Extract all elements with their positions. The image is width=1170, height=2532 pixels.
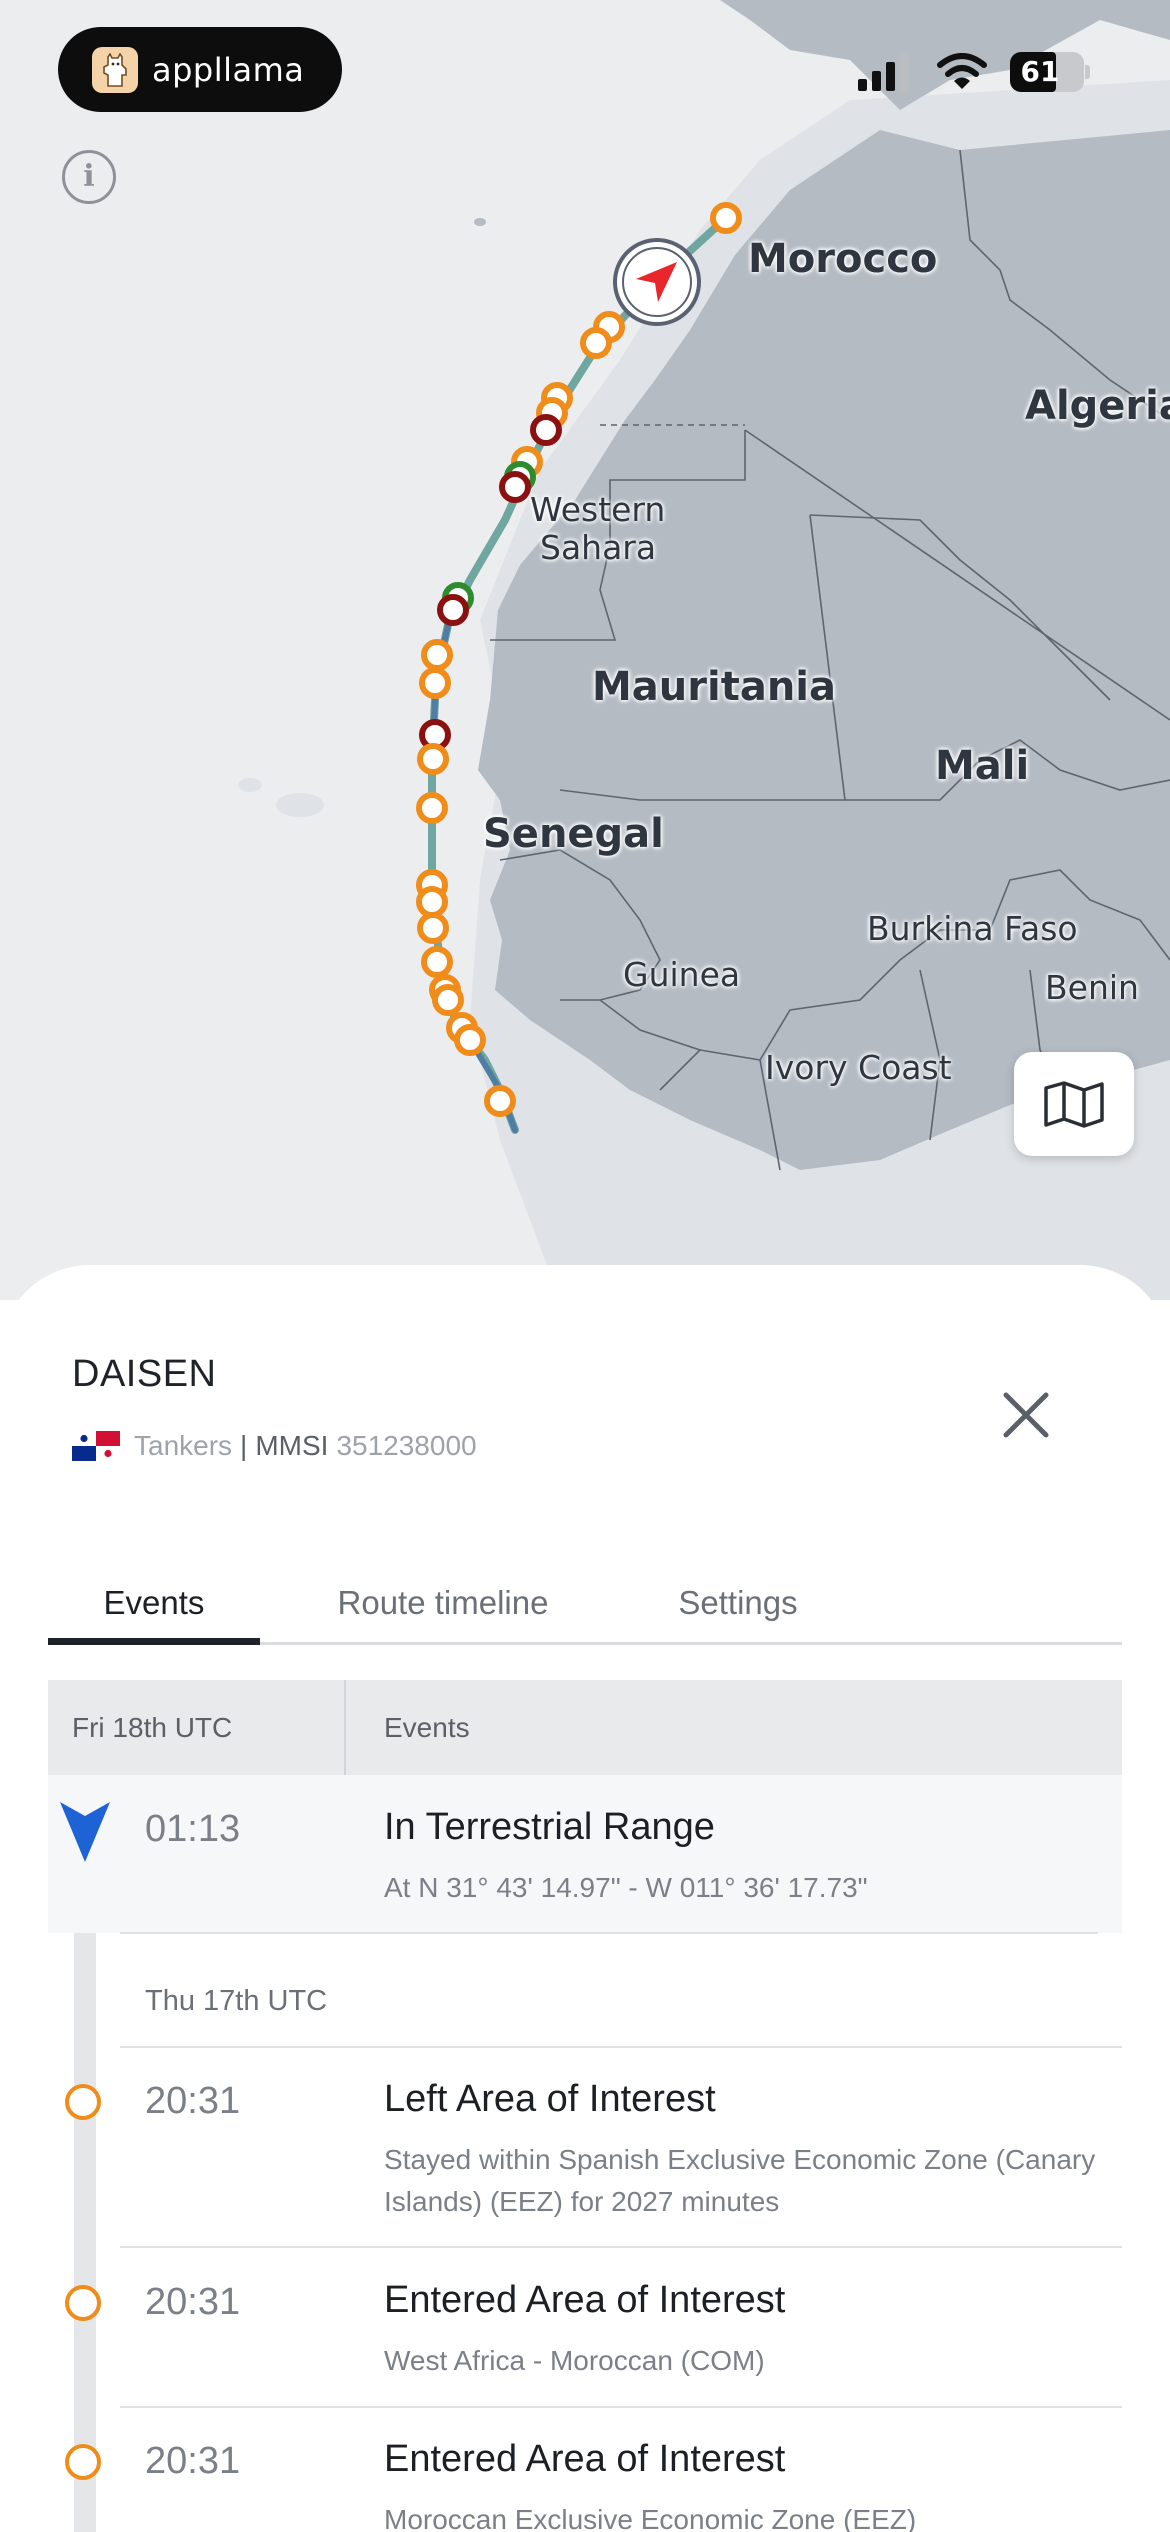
event-marker-icon [65, 2285, 101, 2321]
map-label-sahara: Sahara [540, 528, 657, 567]
event-title[interactable]: Entered Area of Interest [384, 2438, 785, 2481]
tab-events[interactable]: Events [48, 1565, 260, 1645]
map-label-guinea: Guinea [623, 955, 741, 994]
vessel-meta: Tankers | MMSI 351238000 [72, 1430, 477, 1462]
app-badge[interactable]: appllama [58, 27, 342, 112]
event-title: In Terrestrial Range [384, 1806, 715, 1848]
event-description: West Africa - Moroccan (COM) [384, 2345, 765, 2376]
map-layers-button[interactable] [1014, 1052, 1134, 1156]
map-label-burkina-faso: Burkina Faso [867, 909, 1078, 948]
mmsi-label: MMSI [255, 1430, 329, 1461]
row-divider [120, 2406, 1122, 2408]
map-label-morocco: Morocco [748, 236, 938, 282]
mmsi-value: 351238000 [336, 1430, 477, 1461]
event-time: 20:31 [145, 2080, 241, 2122]
event-time: 20:31 [145, 2281, 241, 2323]
tab-route-timeline[interactable]: Route timeline [298, 1565, 588, 1645]
battery-level: 61 [1020, 55, 1060, 88]
map-label-algeria: Algeria [1025, 383, 1170, 429]
map-label-mali: Mali [935, 743, 1030, 789]
llama-icon [92, 46, 138, 93]
panama-flag-icon [72, 1431, 120, 1461]
event-title[interactable]: Entered Area of Interest [384, 2279, 785, 2322]
close-button[interactable] [996, 1385, 1056, 1445]
event-time: 20:31 [145, 2440, 241, 2482]
event-marker-icon [65, 2084, 101, 2120]
event-title[interactable]: Left Area of Interest [384, 2078, 716, 2121]
event-description: Moroccan Exclusive Economic Zone (EEZ) [384, 2504, 917, 2532]
event-description: Stayed within Spanish Exclusive Economic… [384, 2144, 1096, 2217]
event-time: 01:13 [145, 1808, 241, 1850]
battery-icon: 61 [1010, 52, 1090, 92]
event-row-1[interactable] [48, 1775, 1122, 1933]
map-label-benin: Benin [1045, 968, 1139, 1007]
tab-bar: Events Route timeline Settings [48, 1565, 1122, 1645]
wifi-icon [937, 53, 987, 89]
vessel-name: DAISEN [72, 1353, 217, 1395]
map-label-western: Western [530, 490, 666, 529]
info-icon[interactable]: i [62, 150, 116, 204]
close-icon [1003, 1392, 1049, 1438]
folded-map-icon [1044, 1081, 1104, 1128]
cellular-signal-icon [858, 53, 909, 91]
map-label-ivory-coast: Ivory Coast [765, 1048, 952, 1087]
vessel-position-marker [613, 238, 701, 326]
app-badge-label: appllama [152, 50, 305, 89]
timeline-rail [74, 1835, 96, 2532]
event-marker-icon [65, 2444, 101, 2480]
meta-separator: | [240, 1430, 248, 1461]
map-canvas [238, 0, 1170, 1300]
table-header-date: Fri 18th UTC [48, 1680, 346, 1775]
active-tab-indicator [48, 1638, 260, 1645]
event-description: At N 31° 43' 14.97" - W 011° 36' 17.73" [384, 1872, 868, 1903]
date-group-label: Thu 17th UTC [145, 1985, 328, 2017]
map-view[interactable]: Morocco Algeria Western Sahara Mauritani… [0, 0, 1170, 1300]
tab-settings[interactable]: Settings [638, 1565, 838, 1645]
table-header-events: Events [346, 1680, 1122, 1775]
status-icons: 61 [858, 52, 1090, 92]
map-label-senegal: Senegal [483, 811, 664, 857]
vessel-type: Tankers [134, 1430, 233, 1461]
row-divider [120, 2046, 1122, 2048]
row-divider [120, 1932, 1098, 1934]
vessel-heading-icon [60, 1802, 110, 1862]
map-label-mauritania: Mauritania [592, 664, 837, 710]
row-divider [120, 2246, 1122, 2248]
